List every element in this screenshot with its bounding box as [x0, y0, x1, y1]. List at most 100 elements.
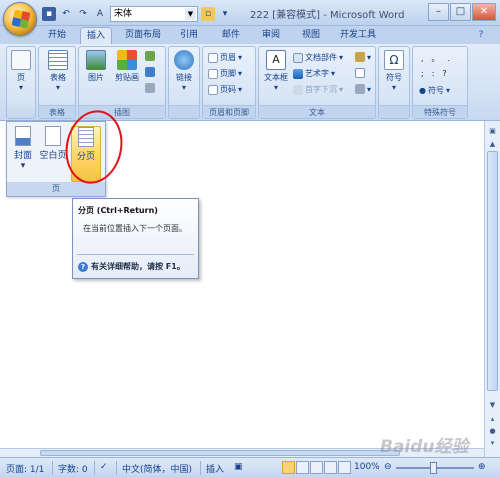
window-controls: – □ ✕	[428, 3, 496, 21]
quick-parts-label: 文档部件	[305, 53, 337, 62]
outline-view-icon[interactable]	[324, 461, 337, 474]
zoom-in-icon[interactable]: ⊕	[478, 462, 486, 472]
picture-button-label: 图片	[88, 73, 104, 82]
ruler-toggle-icon[interactable]: ▣	[487, 127, 498, 137]
group-text-label: 文本	[259, 105, 375, 118]
help-icon[interactable]: ?	[470, 27, 492, 44]
group-links-label	[169, 105, 199, 118]
office-logo-icon	[11, 9, 31, 29]
chevron-down-icon[interactable]: ▼	[185, 7, 196, 20]
tab-developer[interactable]: 开发工具	[336, 27, 380, 44]
maximize-button[interactable]: □	[450, 3, 471, 21]
blank-page-icon	[45, 126, 61, 146]
tooltip-title: 分页 (Ctrl+Return)	[78, 206, 158, 215]
table-button-label: 表格	[50, 73, 66, 82]
zoom-slider-knob[interactable]	[430, 462, 437, 474]
tooltip-help-text: 有关详细帮助，请按 F1。	[91, 262, 185, 271]
page-number-button[interactable]: 页码 ▾	[208, 84, 242, 95]
print-layout-view-icon[interactable]	[282, 461, 295, 474]
clipart-icon	[117, 50, 137, 70]
datetime-button[interactable]	[355, 68, 365, 78]
font-name-box[interactable]: 宋体 ▼	[110, 5, 198, 22]
tab-page-layout[interactable]: 页面布局	[120, 27, 166, 44]
picture-button[interactable]: 图片	[83, 50, 109, 83]
help-circle-icon: ?	[78, 261, 88, 272]
status-language[interactable]: 中文(简体，中国)	[122, 462, 192, 475]
minimize-button[interactable]: –	[428, 3, 449, 21]
calendar-icon	[355, 68, 365, 78]
group-pages: 页 ▾	[6, 46, 36, 119]
object-icon	[355, 84, 365, 94]
tab-references[interactable]: 引用	[176, 27, 202, 44]
symbol-button-label: 符号	[386, 73, 402, 82]
customize-qat-icon[interactable]: ▾	[218, 7, 232, 21]
wordart-button[interactable]: 艺术字 ▾	[293, 68, 335, 79]
hscroll-thumb[interactable]	[40, 450, 400, 456]
office-button[interactable]	[3, 2, 37, 36]
quick-parts-icon	[293, 52, 303, 63]
footer-button[interactable]: 页脚 ▾	[208, 68, 242, 79]
macro-record-icon[interactable]: ▣	[234, 462, 243, 472]
redo-icon[interactable]: ↷	[76, 7, 90, 21]
web-layout-view-icon[interactable]	[310, 461, 323, 474]
zoom-level[interactable]: 100%	[354, 462, 380, 472]
tab-review[interactable]: 审阅	[258, 27, 284, 44]
tab-mailings[interactable]: 邮件	[218, 27, 244, 44]
smartart-icon	[145, 67, 155, 77]
status-page[interactable]: 页面: 1/1	[6, 462, 44, 475]
close-button[interactable]: ✕	[472, 3, 496, 21]
save-icon[interactable]: ▪	[42, 6, 56, 21]
open-icon[interactable]: ▫	[201, 6, 215, 21]
page-number-label: 页码	[220, 85, 236, 94]
punctuation-row-1[interactable]: ,。.	[421, 53, 458, 64]
format-painter-icon[interactable]: A	[93, 7, 107, 21]
next-page-icon[interactable]: ▾	[487, 439, 498, 449]
blank-page-label: 空白页	[39, 151, 67, 161]
tab-home[interactable]: 开始	[42, 27, 72, 44]
blank-page-button[interactable]: 空白页	[37, 126, 69, 161]
previous-page-icon[interactable]: ▴	[487, 415, 498, 425]
signature-line-button[interactable]: ▾	[355, 52, 371, 62]
browse-object-icon[interactable]: ●	[487, 427, 498, 437]
proofing-icon[interactable]: ✓	[100, 462, 108, 472]
table-icon	[48, 50, 68, 70]
vertical-scrollbar[interactable]: ▣ ▲ ▼ ▴ ● ▾	[484, 121, 500, 457]
dropcap-icon	[293, 84, 303, 95]
scroll-thumb[interactable]	[487, 151, 498, 391]
status-words[interactable]: 字数: 0	[58, 462, 88, 475]
quick-parts-button[interactable]: 文档部件 ▾	[293, 52, 343, 63]
group-special-symbols: ,。. ;:? ● 符号 ▾ 特殊符号	[412, 46, 468, 119]
table-button[interactable]: 表格 ▾	[44, 50, 72, 92]
punctuation-row-2[interactable]: ;:?	[421, 69, 455, 78]
draft-view-icon[interactable]	[338, 461, 351, 474]
tab-insert[interactable]: 插入	[80, 27, 112, 44]
scroll-up-icon[interactable]: ▲	[487, 140, 498, 150]
symbol-button[interactable]: Ω 符号 ▾	[383, 50, 405, 92]
object-button[interactable]: ▾	[355, 84, 371, 94]
pages-icon	[11, 50, 31, 70]
picture-icon	[86, 50, 106, 70]
special-symbol-label: 符号	[427, 86, 444, 95]
group-table-label: 表格	[39, 105, 75, 118]
pages-button[interactable]: 页 ▾	[10, 50, 32, 92]
cover-page-button[interactable]: 封面 ▾	[11, 126, 35, 171]
status-bar: 页面: 1/1 字数: 0 ✓ 中文(简体，中国) 插入 ▣ 100% ⊖ ⊕	[0, 457, 500, 478]
dropcap-button[interactable]: 首字下沉 ▾	[293, 84, 343, 95]
links-button[interactable]: 链接 ▾	[172, 50, 196, 92]
textbox-button[interactable]: A 文本框 ▾	[262, 50, 290, 92]
tooltip-description: 在当前位置插入下一个页面。	[83, 224, 187, 233]
pages-dropdown-label: 页	[7, 182, 105, 196]
smartart-button[interactable]	[145, 67, 155, 77]
chart-button[interactable]	[145, 83, 155, 93]
zoom-out-icon[interactable]: ⊖	[384, 462, 392, 472]
scroll-down-icon[interactable]: ▼	[487, 401, 498, 411]
ribbon: 页 ▾ 表格 ▾ 表格 图片 剪贴画 插图 链接 ▾ 页眉 ▾ 页脚 ▾ 页码 …	[0, 44, 500, 121]
header-button[interactable]: 页眉 ▾	[208, 52, 242, 63]
status-insert-mode[interactable]: 插入	[206, 462, 224, 475]
special-symbol-button[interactable]: ● 符号 ▾	[419, 85, 450, 96]
shapes-button[interactable]	[145, 51, 155, 61]
full-screen-view-icon[interactable]	[296, 461, 309, 474]
undo-icon[interactable]: ↶	[59, 7, 73, 21]
clipart-button[interactable]: 剪贴画	[111, 50, 143, 83]
tab-view[interactable]: 视图	[298, 27, 324, 44]
